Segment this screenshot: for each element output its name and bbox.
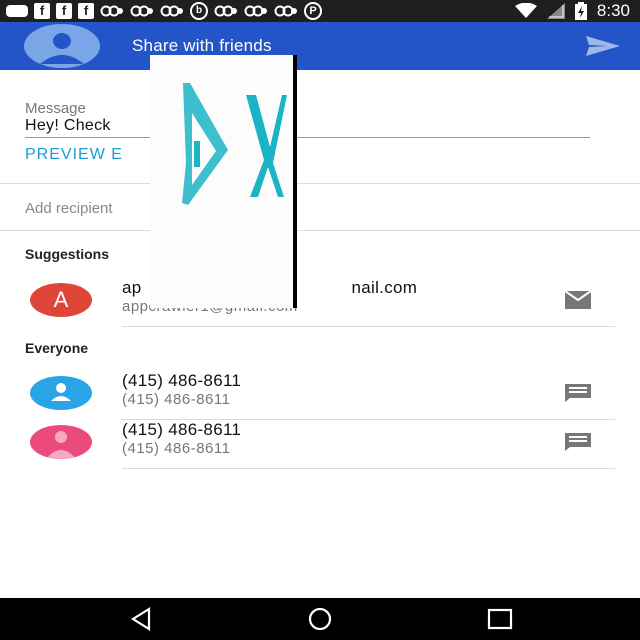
clock: 8:30 bbox=[596, 1, 630, 20]
avatar: A bbox=[30, 283, 92, 317]
status-bar: f f f b P 8:30 bbox=[0, 0, 640, 22]
send-icon[interactable] bbox=[586, 36, 620, 56]
divider bbox=[0, 230, 640, 231]
recents-icon[interactable] bbox=[485, 606, 515, 632]
account-avatar-icon[interactable] bbox=[24, 24, 100, 68]
system-icons: 8:30 bbox=[514, 0, 630, 22]
contact-phone: (415) 486-8611 bbox=[122, 391, 231, 408]
chain-icon bbox=[100, 5, 123, 17]
pinterest-icon: P bbox=[304, 2, 322, 20]
divider bbox=[0, 183, 640, 184]
row-divider bbox=[122, 326, 615, 327]
contact-name: (415) 486-8611 bbox=[122, 420, 242, 439]
email-icon[interactable] bbox=[565, 291, 591, 309]
message-field-underline bbox=[25, 137, 590, 138]
beats-icon: b bbox=[190, 2, 208, 20]
chain-icon bbox=[214, 5, 237, 17]
chain-icon bbox=[130, 5, 153, 17]
message-label: Message bbox=[25, 100, 86, 117]
chain-icon bbox=[244, 5, 267, 17]
back-icon[interactable] bbox=[127, 606, 157, 632]
message-field[interactable]: Hey! Check bbox=[25, 117, 111, 135]
notification-icons: f f f b P bbox=[6, 2, 322, 20]
person-icon bbox=[46, 431, 76, 459]
suggestions-header: Suggestions bbox=[25, 246, 110, 262]
app-bar: Share with friends bbox=[0, 22, 640, 70]
contact-row[interactable]: A apnail.com appcrawler1@gmail.com bbox=[0, 276, 640, 327]
avatar bbox=[30, 376, 92, 410]
contact-row[interactable]: (415) 486-8611 (415) 486-8611 bbox=[0, 369, 640, 420]
message-icon[interactable] bbox=[565, 384, 591, 402]
person-icon bbox=[51, 383, 71, 401]
facebook-icon: f bbox=[78, 3, 94, 19]
navigation-bar bbox=[0, 598, 640, 640]
wifi-icon bbox=[514, 3, 537, 18]
close-icon[interactable] bbox=[246, 95, 287, 197]
add-recipient-input[interactable]: Add recipient bbox=[25, 200, 113, 217]
chain-icon bbox=[274, 5, 297, 17]
battery-charging-icon bbox=[574, 2, 587, 20]
page-title: Share with friends bbox=[132, 36, 272, 55]
chat-bubble-icon bbox=[6, 5, 28, 17]
contact-name-start: ap bbox=[122, 278, 142, 297]
contact-phone: (415) 486-8611 bbox=[122, 440, 231, 457]
play-icon[interactable] bbox=[182, 83, 228, 205]
ad-overlay-graphic bbox=[182, 83, 287, 205]
avatar bbox=[30, 425, 92, 459]
contact-row[interactable]: (415) 486-8611 (415) 486-8611 bbox=[0, 418, 640, 469]
contact-name: (415) 486-8611 bbox=[122, 371, 242, 390]
message-icon[interactable] bbox=[565, 433, 591, 451]
contact-name-end: nail.com bbox=[351, 278, 418, 297]
signal-icon bbox=[546, 3, 565, 19]
chain-icon bbox=[160, 5, 183, 17]
facebook-icon: f bbox=[34, 3, 50, 19]
facebook-icon: f bbox=[56, 3, 72, 19]
home-icon[interactable] bbox=[305, 606, 335, 632]
preview-email-link[interactable]: PREVIEW E bbox=[25, 146, 123, 164]
row-divider bbox=[122, 468, 615, 469]
ad-overlay[interactable] bbox=[150, 55, 297, 308]
avatar-initial: A bbox=[53, 287, 69, 312]
everyone-header: Everyone bbox=[25, 340, 89, 356]
